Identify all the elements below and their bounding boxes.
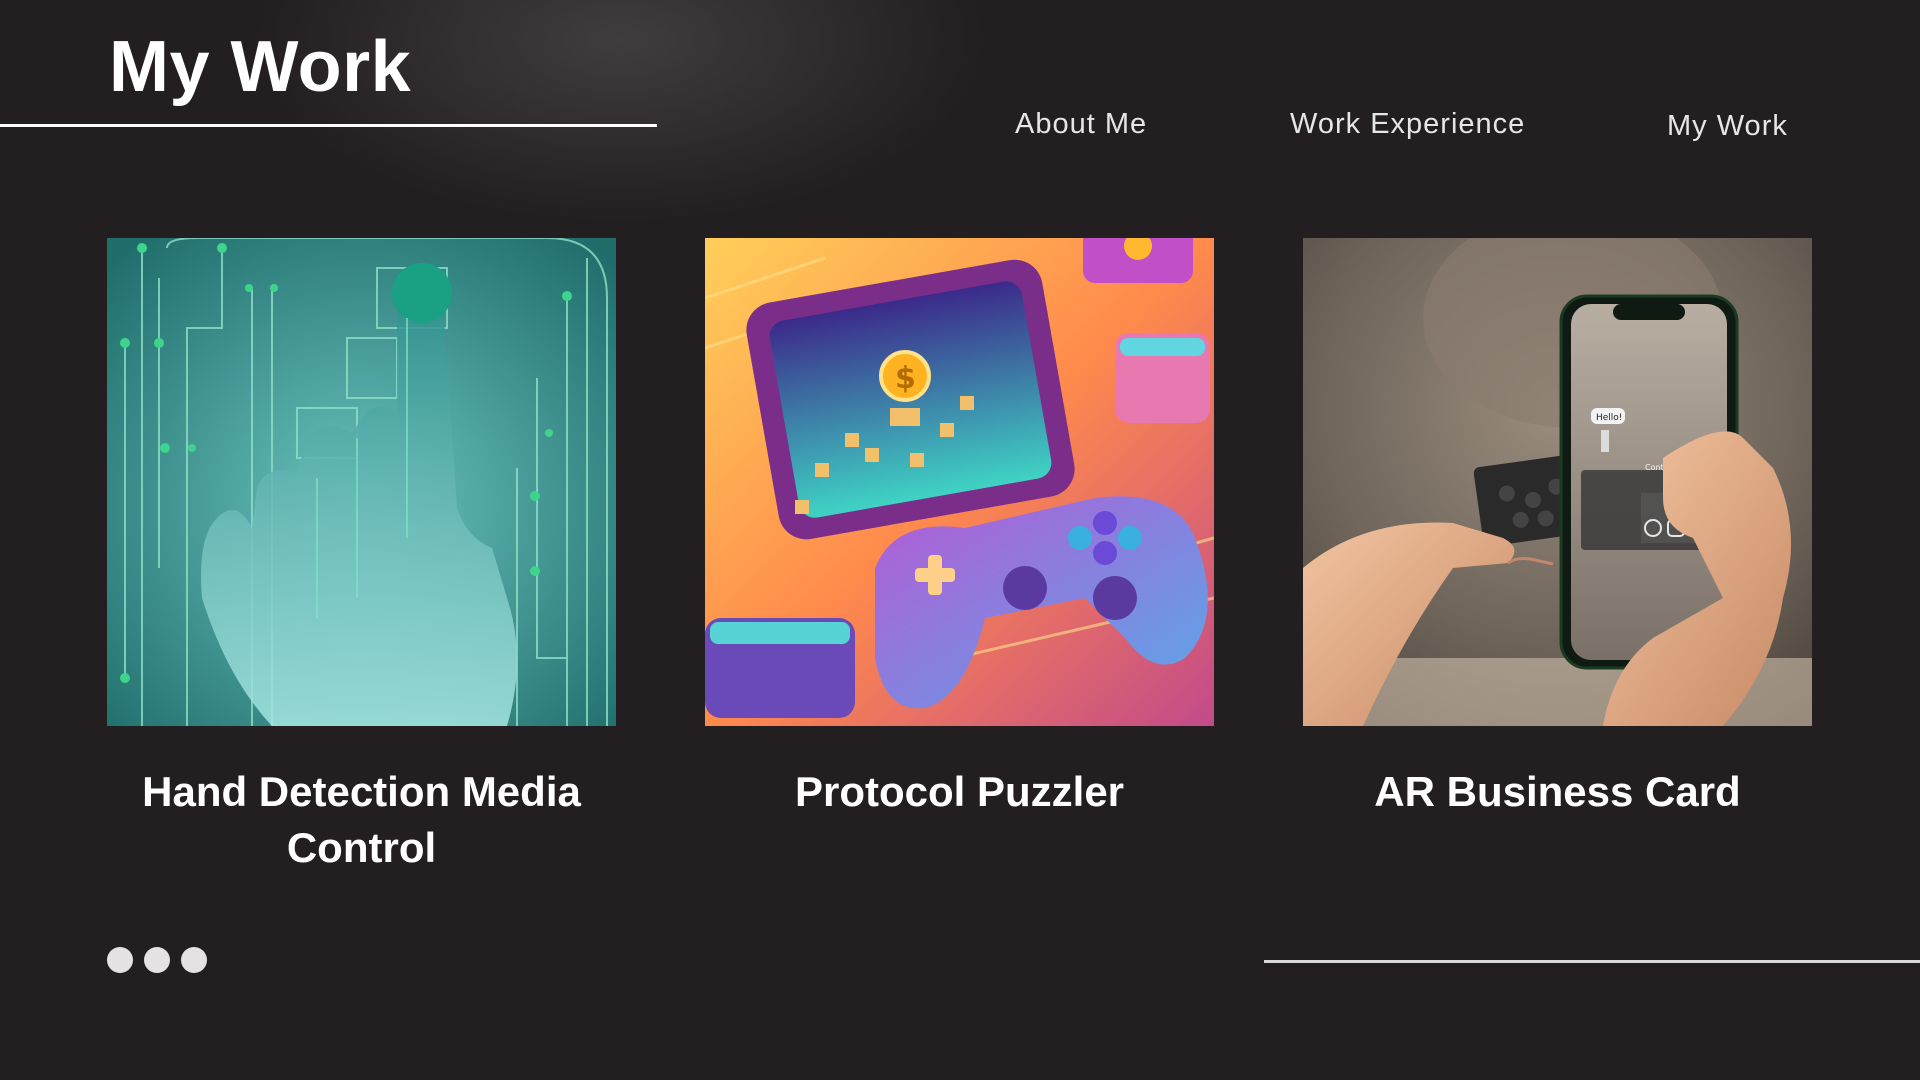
nav-work-experience[interactable]: Work Experience (1290, 108, 1525, 141)
project-title[interactable]: Protocol Puzzler (705, 764, 1214, 820)
project-card-protocol-puzzler[interactable]: $ Protocol Puzzler (705, 238, 1214, 820)
project-card-hand-detection[interactable]: Hand Detection Media Control (107, 238, 616, 876)
pagination-dots[interactable] (107, 947, 207, 973)
nav-about-me[interactable]: About Me (1015, 108, 1147, 141)
bottom-divider (1264, 960, 1920, 963)
project-title[interactable]: AR Business Card (1303, 764, 1812, 820)
pagination-dot[interactable] (144, 947, 170, 973)
nav-my-work[interactable]: My Work (1667, 110, 1788, 143)
pagination-dot[interactable] (107, 947, 133, 973)
speech-bubble-text: Hello! (1596, 413, 1622, 423)
project-card-ar-business-card[interactable]: Hello! Contact AR Business Card (1303, 238, 1812, 820)
pagination-dot[interactable] (181, 947, 207, 973)
hand-circuit-image[interactable] (107, 238, 616, 726)
phone-ar-card-image[interactable]: Hello! Contact (1303, 238, 1812, 726)
title-underline (0, 124, 657, 127)
game-controller-image[interactable]: $ (705, 238, 1214, 726)
page-title: My Work (109, 27, 412, 107)
svg-text:$: $ (895, 361, 916, 396)
project-title[interactable]: Hand Detection Media Control (107, 764, 616, 876)
